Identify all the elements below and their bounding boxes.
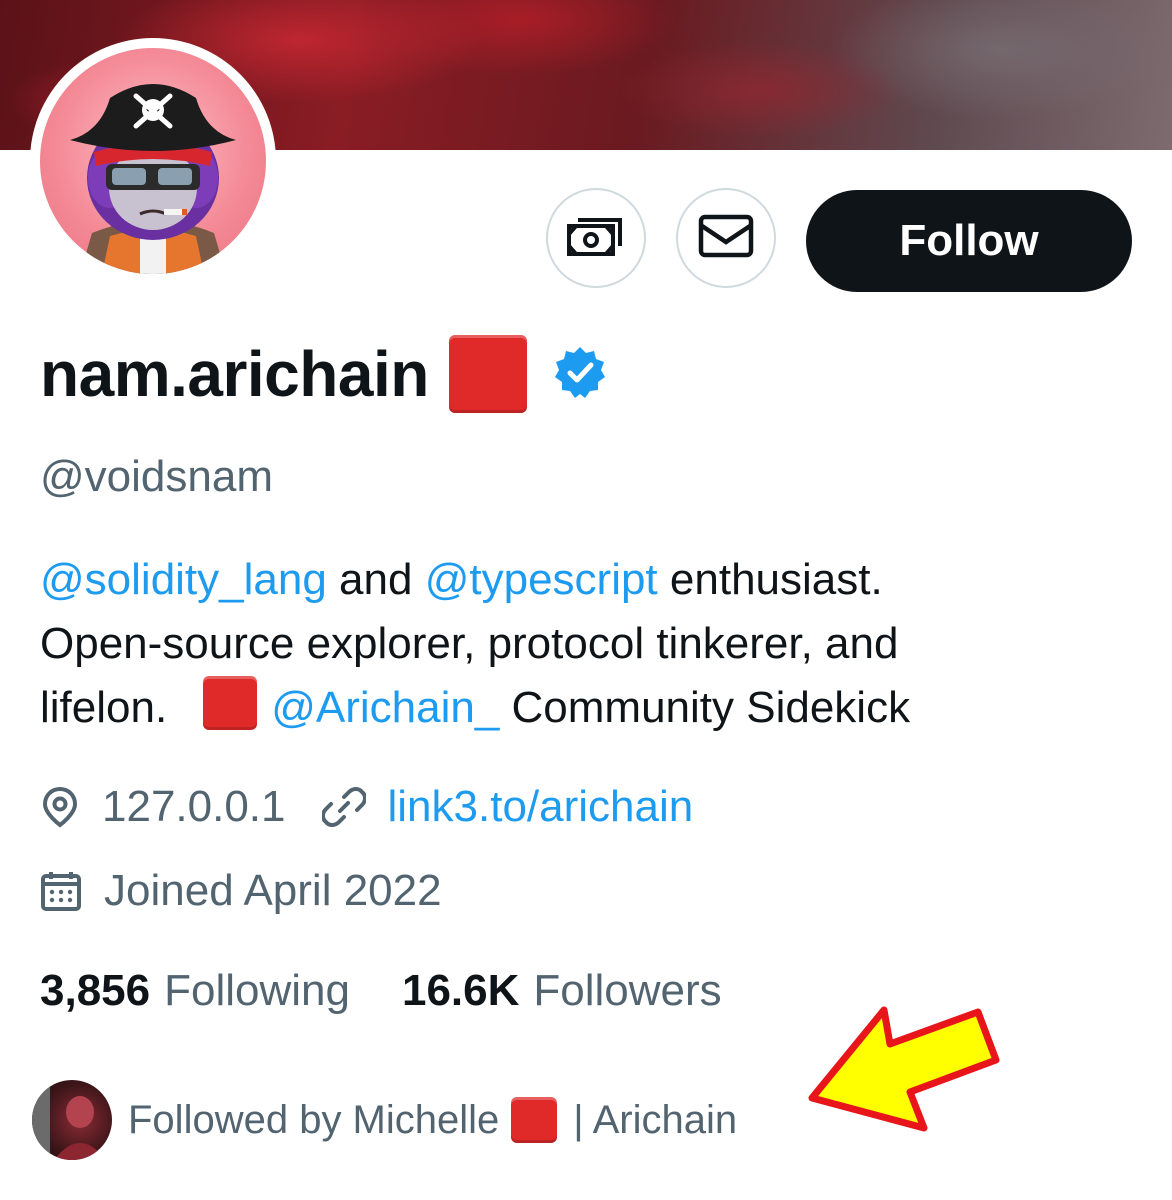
followed-by-text: Followed by Michelle <box>128 1097 500 1142</box>
profile-bio: @solidity_lang and @typescript enthusias… <box>40 548 1140 740</box>
bio-line-3: lifelon. @Arichain_ Community Sidekick <box>40 676 1140 740</box>
followed-by-suffix: | Arichain <box>573 1097 738 1142</box>
following-label: Following <box>164 966 350 1015</box>
website-link[interactable]: link3.to/arichain <box>388 782 694 832</box>
followed-by-row[interactable]: Followed by Michelle | Arichain <box>32 1080 737 1160</box>
mention-arichain[interactable]: @Arichain_ <box>271 683 499 732</box>
bio-text: and <box>326 555 425 604</box>
message-button[interactable] <box>676 188 776 288</box>
user-handle: @voidsnam <box>40 452 273 501</box>
calendar-icon <box>40 869 82 913</box>
profile-avatar[interactable] <box>40 48 266 274</box>
followers-label: Followers <box>533 966 722 1015</box>
red-square-emoji <box>511 1097 558 1143</box>
bio-text: lifelon. <box>40 683 168 732</box>
follow-stats: 3,856 Following 16.6K Followers <box>40 966 722 1016</box>
follower-avatar[interactable] <box>32 1080 112 1160</box>
location-pin-icon <box>40 785 80 829</box>
display-name: nam.arichain <box>40 338 429 410</box>
money-icon <box>566 214 626 263</box>
red-square-emoji <box>203 676 258 730</box>
profile-meta-row: 127.0.0.1 link3.to/arichain <box>40 782 693 832</box>
mention-typescript[interactable]: @typescript <box>425 555 658 604</box>
follow-button[interactable]: Follow <box>806 190 1132 292</box>
bio-text: Community Sidekick <box>499 683 911 732</box>
mention-solidity-lang[interactable]: @solidity_lang <box>40 555 327 604</box>
bio-line-2: Open-source explorer, protocol tinkerer,… <box>40 619 899 668</box>
bio-line-1: @solidity_lang and @typescript enthusias… <box>40 548 1140 612</box>
following-count: 3,856 <box>40 966 151 1015</box>
tip-button[interactable] <box>546 188 646 288</box>
verified-badge-icon[interactable] <box>553 345 607 404</box>
followers-count: 16.6K <box>401 966 520 1015</box>
name-row: nam.arichain <box>40 332 607 416</box>
following-stat[interactable]: 3,856 Following <box>40 966 350 1016</box>
bio-text: enthusiast. <box>657 555 883 604</box>
followers-stat[interactable]: 16.6K Followers <box>402 966 722 1016</box>
red-square-emoji <box>448 335 527 413</box>
joined-row: Joined April 2022 <box>40 866 442 916</box>
location-text: 127.0.0.1 <box>102 782 286 831</box>
link-icon <box>321 785 366 829</box>
mail-icon <box>698 214 754 263</box>
pirate-avatar-illustration <box>70 84 236 274</box>
joined-date: Joined April 2022 <box>104 866 442 915</box>
annotation-arrow-icon <box>808 1006 1000 1132</box>
